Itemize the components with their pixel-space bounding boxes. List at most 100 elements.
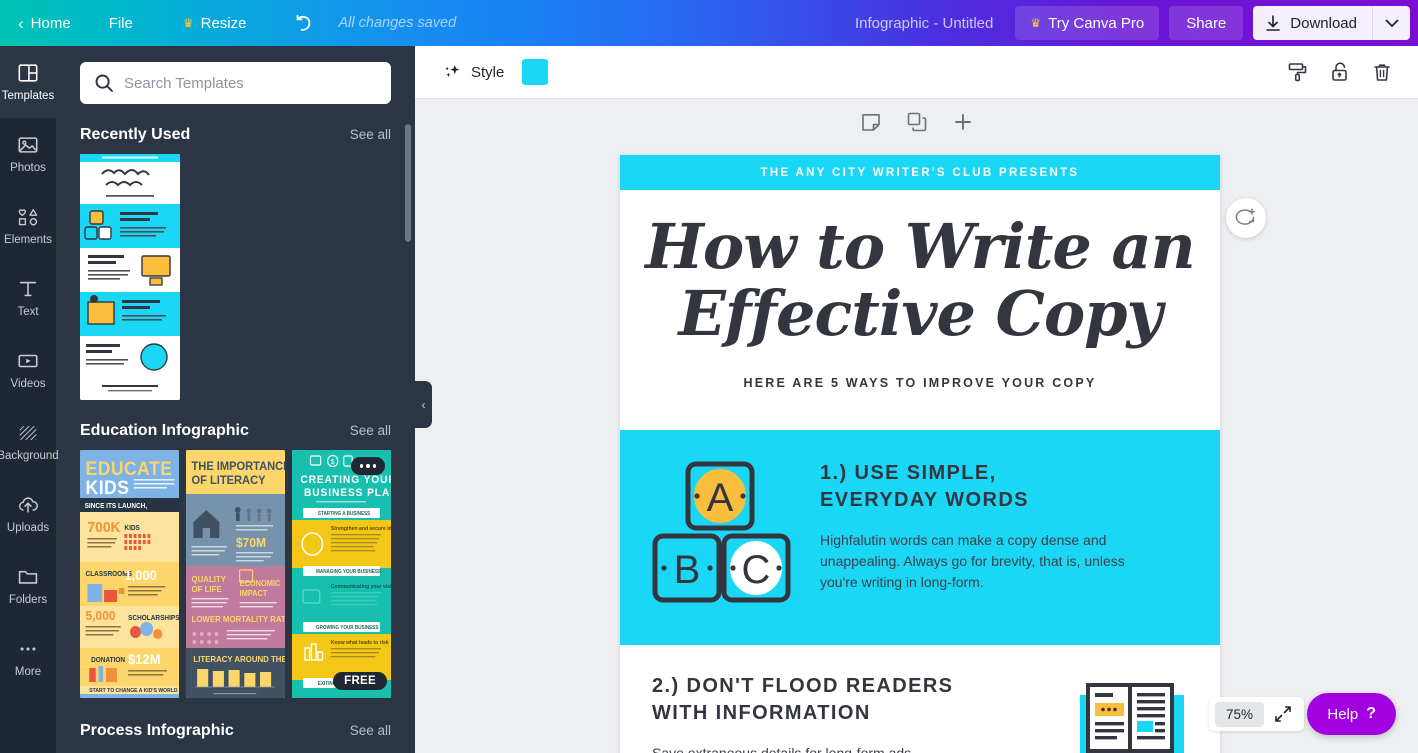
resize-button[interactable]: ♛ Resize [173,0,257,46]
see-all-process-infographic[interactable]: See all [350,723,391,738]
svg-text:B: B [674,548,701,592]
sidebar-item-uploads[interactable]: Uploads [0,478,56,550]
infographic-title-line2: Effective Copy [678,276,1162,350]
see-all-recently-used[interactable]: See all [350,127,391,142]
delete-icon[interactable] [1370,60,1394,84]
svg-text:SINCE ITS LAUNCH,: SINCE ITS LAUNCH, [85,503,148,510]
lock-icon[interactable] [1328,60,1352,84]
zoom-level[interactable]: 75% [1214,701,1264,727]
svg-text:IMPACT: IMPACT [240,589,268,598]
open-book-icon [1080,683,1184,753]
resize-label: Resize [200,14,247,32]
add-comment-button[interactable] [1226,198,1266,238]
infographic-kicker: THE ANY CITY WRITER'S CLUB PRESENTS [620,155,1220,190]
collapse-panel-button[interactable]: ‹ [415,381,432,428]
see-all-education-infographic[interactable]: See all [350,423,391,438]
canvas-toolbar: Style [415,46,1418,99]
help-label: Help [1327,705,1359,723]
svg-text:Strengthen and secure ideas: Strengthen and secure ideas [331,526,391,532]
sidebar-item-label: Uploads [6,522,50,534]
sidebar-item-videos[interactable]: Videos [0,334,56,406]
design-canvas[interactable]: THE ANY CITY WRITER'S CLUB PRESENTS How … [620,155,1220,753]
sidebar-item-label: Background [0,450,59,462]
elements-icon [18,208,38,226]
background-icon [19,426,37,440]
section-2-body: Save extraneous details for long-form ad… [652,745,916,753]
svg-text:SCHOLARSHIPS: SCHOLARSHIPS [128,615,179,622]
help-button[interactable]: Help ? [1307,693,1396,735]
download-options-button[interactable] [1372,6,1410,40]
home-button[interactable]: ‹ Home [8,0,81,46]
business-plan-preview: $ CREATING YOUR BUSINESS PLAN STARTING A… [292,450,391,698]
download-icon [1266,14,1281,31]
file-menu-button[interactable]: File [99,0,143,46]
left-rail: Templates Photos Elements Text Videos Ba… [0,46,59,753]
svg-text:5,000: 5,000 [86,609,116,624]
style-label: Style [471,63,505,81]
svg-text:CREATING YOUR: CREATING YOUR [300,474,391,486]
duplicate-page-icon[interactable] [905,110,929,134]
share-button[interactable]: Share [1169,6,1244,40]
svg-text:BUSINESS PLAN: BUSINESS PLAN [304,487,391,499]
infographic-hero: How to Write an Effective Copy HERE ARE … [620,190,1220,430]
download-button[interactable]: Download [1253,6,1372,40]
sidebar-item-label: Templates [1,90,55,102]
section-header-recently-used: Recently Used See all [56,104,415,154]
infographic-subtitle: HERE ARE 5 WAYS TO IMPROVE YOUR COPY [743,375,1097,390]
editor-area: Style THE ANY CITY WRITER'S CLUB PRESENT… [415,46,1418,753]
panel-scrollbar[interactable] [405,124,411,242]
infographic-section-2[interactable]: 2.) DON'T FLOOD READERS WITH INFORMATION… [620,645,1220,753]
save-status-text: All changes saved [338,15,457,31]
literacy-preview: THE IMPORTANCE OF LITERACY $70M QUALITY … [186,450,285,698]
template-thumbnail-recent[interactable] [80,154,180,400]
abc-blocks-icon: A B C [652,461,791,603]
chevron-left-icon: ‹ [421,397,426,412]
svg-text:700K: 700K [87,520,121,537]
sidebar-item-templates[interactable]: Templates [0,46,56,118]
template-thumbnail-business-plan[interactable]: $ CREATING YOUR BUSINESS PLAN STARTING A… [292,450,391,698]
sidebar-item-photos[interactable]: Photos [0,118,56,190]
photos-icon [18,137,38,153]
infographic-section-1[interactable]: A B C 1.) USE SIMPLE, EVERYDAY WORDS Hig… [620,430,1220,645]
sidebar-item-elements[interactable]: Elements [0,190,56,262]
free-badge: FREE [333,672,387,690]
undo-button[interactable] [278,0,328,46]
svg-text:KIDS: KIDS [124,525,140,532]
svg-text:DONATION: DONATION [91,657,125,664]
abc-blocks-illustration: A B C [652,460,792,615]
notes-icon[interactable] [859,110,883,134]
template-options-button[interactable] [351,457,385,475]
recently-used-thumbs [56,154,415,400]
svg-text:Communicating your vision: Communicating your vision [331,584,391,590]
add-page-icon[interactable] [951,110,975,134]
sidebar-item-background[interactable]: Background [0,406,59,478]
educate-kids-preview: EDUCATE KIDS SINCE ITS LAUNCH, 700K KIDS [80,450,179,698]
copy-style-icon[interactable] [1286,60,1310,84]
style-color-swatch[interactable] [522,59,549,85]
download-group: Download [1253,6,1410,40]
template-thumbnail-educate-kids[interactable]: EDUCATE KIDS SINCE ITS LAUNCH, 700K KIDS [80,450,179,698]
svg-text:C: C [742,548,771,592]
document-title[interactable]: Infographic - Untitled [855,15,993,32]
template-thumbnail-importance-of-literacy[interactable]: THE IMPORTANCE OF LITERACY $70M QUALITY … [186,450,285,698]
svg-text:STARTING A BUSINESS: STARTING A BUSINESS [318,511,371,517]
folders-icon [18,570,38,584]
sidebar-item-text[interactable]: Text [0,262,56,334]
svg-text:ECONOMIC: ECONOMIC [240,579,281,588]
expand-button[interactable] [1268,705,1298,723]
dot [366,464,370,468]
canva-editor-window: ‹ Home File ♛ Resize All changes saved I… [0,0,1418,753]
style-button[interactable]: Style [433,56,510,88]
svg-text:START TO CHANGE A KID'S WORLD: START TO CHANGE A KID'S WORLD [89,688,177,694]
search-box[interactable] [80,62,391,104]
sidebar-item-more[interactable]: More [0,622,56,694]
svg-text:Know what leads to risk: Know what leads to risk [331,640,389,646]
search-input[interactable] [124,74,377,92]
more-icon [20,647,36,651]
try-canva-pro-button[interactable]: ♛ Try Canva Pro [1015,6,1160,40]
search-icon [95,74,113,92]
sidebar-item-folders[interactable]: Folders [0,550,56,622]
infographic-title-line1: How to Write an [645,210,1195,283]
section-1-text: 1.) USE SIMPLE, EVERYDAY WORDS Highfalut… [820,460,1140,593]
videos-icon [18,354,38,368]
